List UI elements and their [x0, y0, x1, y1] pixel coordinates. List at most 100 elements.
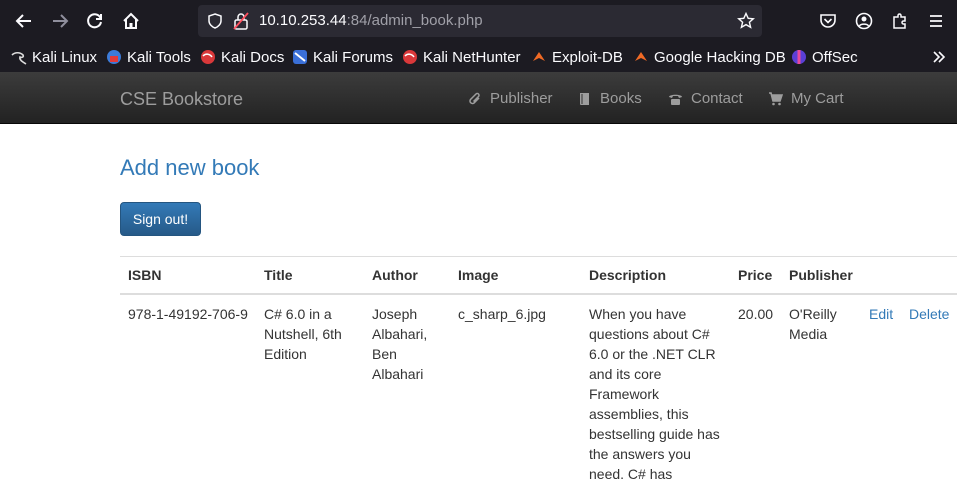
hamburger-menu-icon — [930, 15, 942, 27]
bookmark-exploit-db[interactable]: Exploit-DB — [531, 47, 623, 67]
author-line: Albahari, — [372, 326, 428, 342]
offsec-icon — [792, 50, 806, 64]
description-line: the answers you — [589, 446, 691, 462]
back-arrow-icon — [15, 14, 31, 28]
bookmarks-bar: Kali Linux Kali Tools Kali Docs Kali For… — [0, 42, 957, 72]
author-line: Albahari — [372, 366, 424, 382]
phone-icon — [669, 94, 682, 105]
url-host: 10.10.253.44 — [259, 12, 347, 29]
edit-link[interactable]: Edit — [869, 304, 893, 324]
forward-button[interactable] — [47, 8, 73, 34]
sign-out-button[interactable]: Sign out! — [120, 202, 201, 236]
nav-label: Contact — [691, 90, 743, 107]
header-isbn: ISBN — [128, 267, 162, 283]
bookmark-kali-nethunter[interactable]: Kali NetHunter — [402, 47, 521, 67]
bookmark-kali-docs[interactable]: Kali Docs — [200, 47, 284, 67]
shield-icon — [208, 13, 222, 29]
paperclip-icon — [469, 92, 480, 104]
insecure-lock-icon — [233, 12, 249, 30]
pocket-icon — [820, 14, 836, 28]
page-title: Add new book — [120, 155, 260, 180]
title-line: Nutshell, 6th — [264, 326, 342, 342]
cart-icon — [769, 91, 783, 105]
browser-toolbar: 10.10.253.44:84/admin_book.php — [0, 0, 957, 42]
delete-link[interactable]: Delete — [909, 304, 949, 324]
cell-price: 20.00 — [738, 306, 774, 322]
extensions-button[interactable] — [887, 8, 913, 34]
account-button[interactable] — [851, 8, 877, 34]
pocket-button[interactable] — [815, 8, 841, 34]
description-line: assemblies, this — [589, 406, 689, 422]
header-description: Description — [589, 267, 667, 283]
nav-label: My Cart — [791, 90, 844, 107]
kali-forums-icon — [293, 50, 307, 64]
publisher-line: O'Reilly — [789, 306, 837, 322]
exploit-db-icon — [533, 52, 545, 61]
bookmark-kali-forums[interactable]: Kali Forums — [292, 47, 393, 67]
description-line: bestselling guide has — [589, 426, 720, 442]
header-author: Author — [372, 267, 418, 283]
cell-isbn: 978-1-49192-706-9 — [128, 306, 248, 322]
bookmark-label: Kali Docs — [221, 48, 285, 66]
bookmark-label: OffSec — [812, 48, 858, 66]
nav-books[interactable]: Books — [578, 90, 642, 107]
nav-my-cart[interactable]: My Cart — [768, 90, 844, 107]
home-button[interactable] — [118, 8, 144, 34]
puzzle-icon — [893, 13, 906, 29]
site-navbar: CSE Bookstore Publisher Books Contact My… — [0, 72, 957, 124]
brand-link[interactable]: CSE Bookstore — [120, 89, 243, 110]
bookmark-label: Google Hacking DB — [654, 48, 786, 66]
cell-author: Joseph Albahari, Ben Albahari — [372, 304, 427, 384]
bookmark-offsec[interactable]: OffSec — [791, 47, 858, 67]
title-line: C# 6.0 in a — [264, 306, 332, 322]
author-line: Ben — [372, 346, 397, 362]
url-text: 10.10.253.44:84/admin_book.php — [259, 12, 483, 29]
description-line: 6.0 or the .NET CLR — [589, 346, 716, 362]
nav-label: Publisher — [490, 90, 553, 107]
author-line: Joseph — [372, 306, 418, 322]
cell-image: c_sharp_6.jpg — [458, 306, 546, 322]
header-price: Price — [738, 267, 773, 283]
forward-arrow-icon — [53, 14, 69, 28]
chevron-double-right-icon — [933, 51, 946, 63]
kali-nethunter-icon — [403, 50, 417, 64]
kali-tools-icon — [107, 50, 121, 64]
bookmarks-overflow-button[interactable] — [931, 47, 947, 67]
title-line: Edition — [264, 346, 307, 362]
account-icon — [855, 12, 873, 30]
description-line: When you have — [589, 306, 687, 322]
cell-publisher: O'Reilly Media — [789, 304, 837, 344]
reload-button[interactable] — [82, 8, 108, 34]
kali-docs-icon — [201, 50, 215, 64]
bookmark-label: Kali Forums — [313, 48, 394, 66]
description-line: Framework — [589, 386, 660, 402]
address-bar[interactable]: 10.10.253.44:84/admin_book.php — [198, 5, 762, 37]
bookmark-star-icon[interactable] — [737, 12, 755, 30]
description-line: need. C# has — [589, 466, 673, 482]
header-publisher: Publisher — [789, 267, 853, 283]
kali-dragon-icon — [11, 51, 27, 65]
bookmark-google-hacking-db[interactable]: Google Hacking DB — [633, 47, 786, 67]
menu-button[interactable] — [923, 8, 949, 34]
back-button[interactable] — [11, 8, 37, 34]
ghdb-icon — [635, 52, 647, 61]
nav-contact[interactable]: Contact — [668, 90, 743, 107]
header-title: Title — [264, 267, 293, 283]
header-image: Image — [458, 267, 499, 283]
nav-publisher[interactable]: Publisher — [468, 90, 553, 107]
nav-label: Books — [600, 90, 642, 107]
bookmark-label: Kali NetHunter — [423, 48, 521, 66]
bookmark-label: Kali Linux — [32, 48, 98, 66]
home-icon — [123, 12, 139, 29]
description-line: and its core — [589, 366, 662, 382]
book-icon — [580, 92, 589, 105]
cell-title: C# 6.0 in a Nutshell, 6th Edition — [264, 304, 342, 364]
reload-icon — [87, 13, 102, 29]
bookmark-label: Exploit-DB — [552, 48, 623, 66]
bookmark-kali-linux[interactable]: Kali Linux — [11, 47, 97, 67]
table-header: ISBN Title Author Image Description Pric… — [120, 256, 957, 295]
publisher-line: Media — [789, 326, 828, 342]
bookmark-kali-tools[interactable]: Kali Tools — [106, 47, 191, 67]
url-path: :84/admin_book.php — [346, 12, 483, 29]
bookmark-label: Kali Tools — [127, 48, 191, 66]
